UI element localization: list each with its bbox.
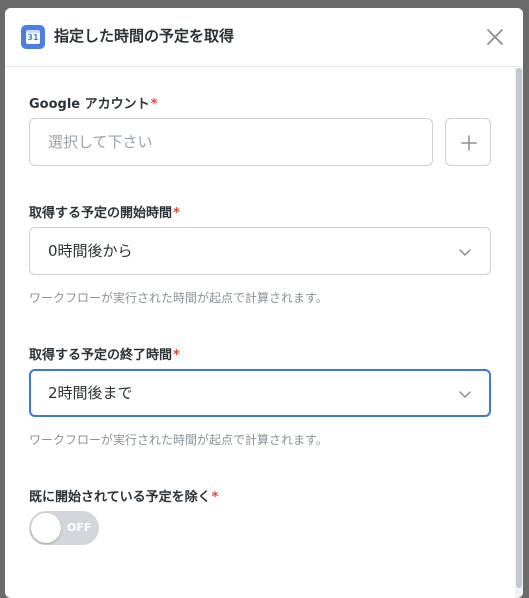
required-mark: * bbox=[173, 348, 180, 363]
google-account-select[interactable]: 選択して下さい bbox=[29, 118, 433, 166]
google-account-label-text: Google アカウント bbox=[29, 97, 150, 112]
end-time-label: 取得する予定の終了時間* bbox=[29, 344, 180, 363]
exclude-started-label-text: 既に開始されている予定を除く bbox=[29, 490, 211, 505]
modal-dialog: 31 指定した時間の予定を取得 Google アカウント* 選択して下さい 取得… bbox=[5, 8, 523, 598]
required-mark: * bbox=[150, 97, 158, 112]
end-time-value: 2時間後まで bbox=[48, 384, 133, 402]
chevron-down-icon bbox=[459, 249, 471, 256]
chevron-down-icon bbox=[459, 391, 471, 398]
end-time-label-text: 取得する予定の終了時間 bbox=[29, 348, 173, 363]
exclude-started-label: 既に開始されている予定を除く* bbox=[29, 486, 218, 505]
close-button[interactable] bbox=[483, 25, 507, 49]
google-account-label: Google アカウント* bbox=[29, 93, 157, 112]
plus-icon bbox=[461, 135, 477, 151]
start-time-value: 0時間後から bbox=[48, 242, 133, 260]
scrollbar-thumb[interactable] bbox=[516, 68, 522, 588]
end-time-helper: ワークフローが実行された時間が起点で計算されます。 bbox=[29, 433, 328, 447]
calendar-icon-date: 31 bbox=[26, 30, 40, 44]
google-account-placeholder: 選択して下さい bbox=[48, 133, 153, 151]
exclude-started-toggle[interactable]: OFF bbox=[29, 511, 99, 545]
start-time-helper: ワークフローが実行された時間が起点で計算されます。 bbox=[29, 291, 328, 305]
end-time-select[interactable]: 2時間後まで bbox=[29, 369, 491, 417]
toggle-state-text: OFF bbox=[67, 521, 92, 534]
dialog-header: 31 指定した時間の予定を取得 bbox=[5, 8, 523, 67]
toggle-knob bbox=[31, 513, 61, 543]
add-account-button[interactable] bbox=[445, 118, 491, 166]
start-time-label: 取得する予定の開始時間* bbox=[29, 202, 180, 221]
scrollbar[interactable] bbox=[515, 68, 523, 598]
required-mark: * bbox=[173, 206, 180, 221]
google-calendar-icon: 31 bbox=[21, 25, 45, 49]
start-time-label-text: 取得する予定の開始時間 bbox=[29, 206, 173, 221]
dialog-title: 指定した時間の予定を取得 bbox=[54, 27, 235, 45]
start-time-select[interactable]: 0時間後から bbox=[29, 227, 491, 275]
required-mark: * bbox=[211, 490, 219, 505]
close-icon bbox=[487, 29, 503, 45]
